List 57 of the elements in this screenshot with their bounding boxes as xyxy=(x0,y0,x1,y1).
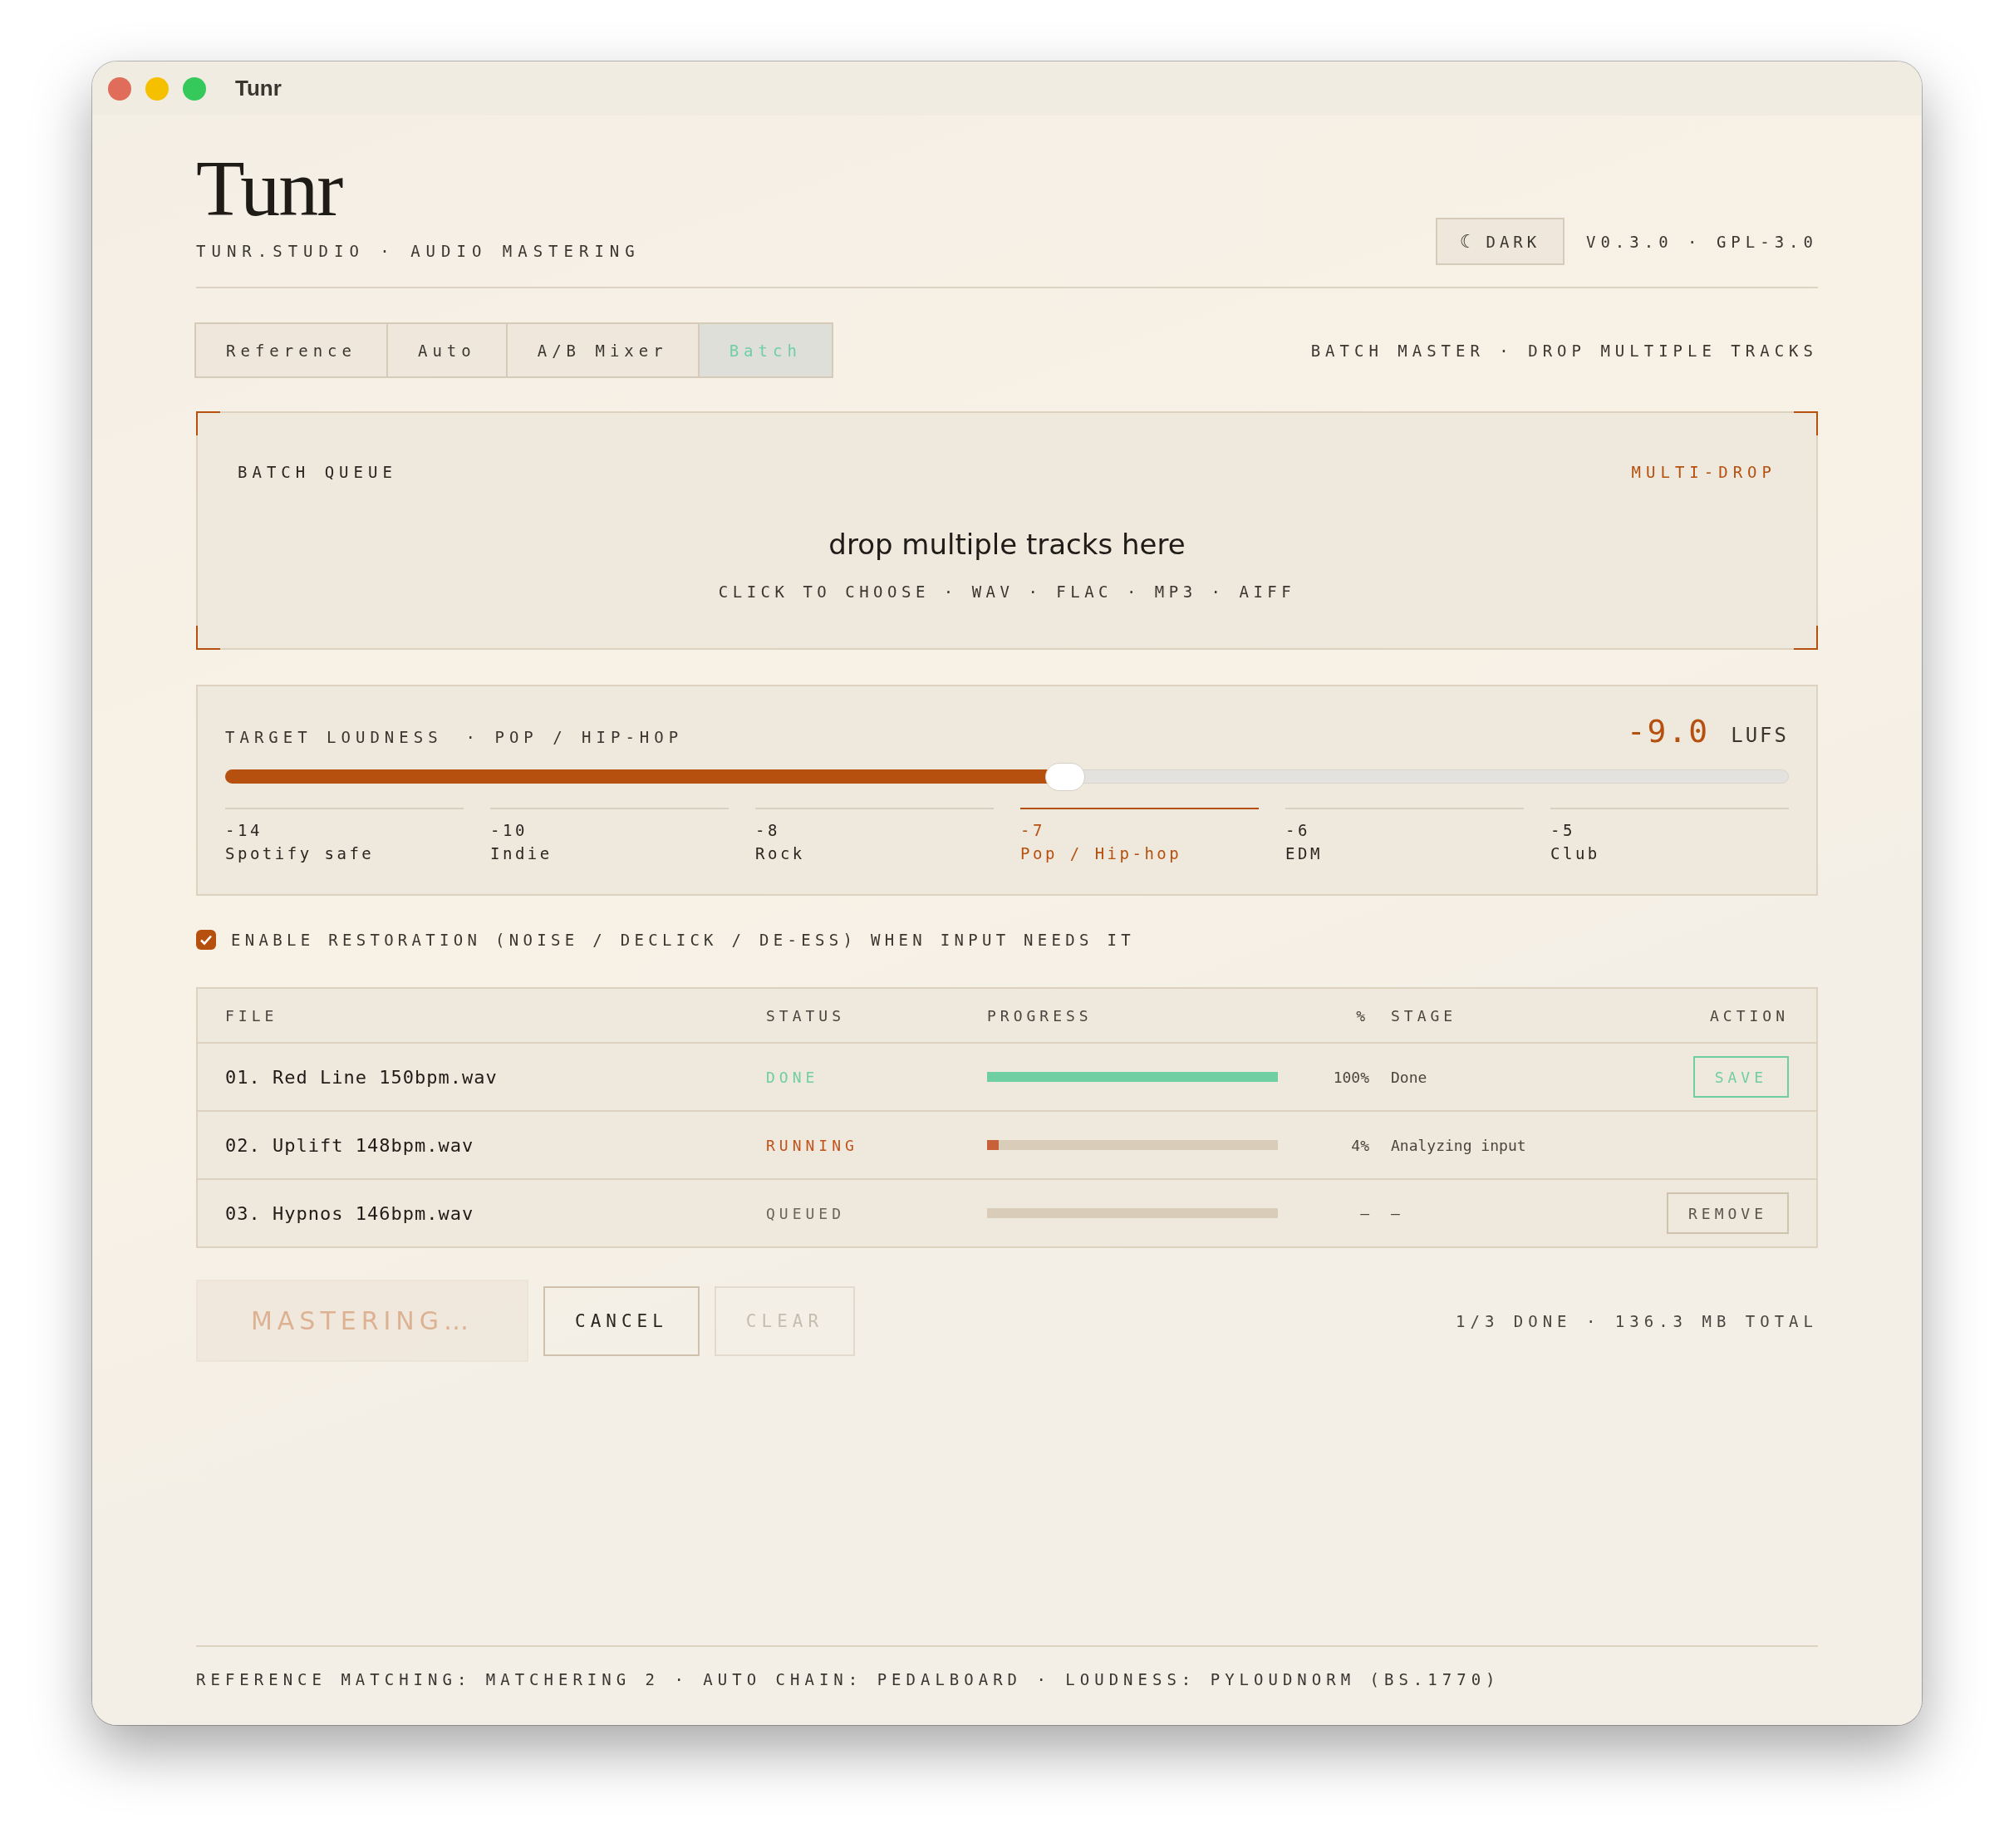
drop-prompt[interactable]: drop multiple tracks here xyxy=(828,528,1186,561)
status-label: RUNNING xyxy=(766,1136,859,1154)
status-label: DONE xyxy=(766,1068,820,1086)
drop-hint: CLICK TO CHOOSE · WAV · FLAC · MP3 · AIFF xyxy=(718,582,1296,601)
file-name: 02. Uplift 148bpm.wav xyxy=(225,1134,475,1156)
column-header: FILE xyxy=(225,1006,279,1025)
cancel-button[interactable]: CANCEL xyxy=(543,1285,700,1356)
loudness-value: -9.0 xyxy=(1626,713,1710,750)
close-button[interactable] xyxy=(108,76,131,101)
corner-bracket xyxy=(1794,626,1818,650)
stage-label: Analyzing input xyxy=(1390,1136,1527,1154)
mode-tab[interactable]: A/B Mixer xyxy=(505,322,700,378)
mode-tab[interactable]: Reference xyxy=(194,322,388,378)
status-label: QUEUED xyxy=(766,1204,847,1222)
section-title: BATCH QUEUE xyxy=(238,463,397,481)
slider-thumb[interactable] xyxy=(1044,763,1085,791)
remove-button[interactable]: REMOVE xyxy=(1666,1192,1789,1234)
preset-option[interactable]: -8 Rock xyxy=(755,808,994,863)
corner-bracket xyxy=(196,411,220,435)
preset-option[interactable]: -5 Club xyxy=(1550,808,1789,863)
restoration-checkbox[interactable] xyxy=(196,930,216,950)
window-title: Tunr xyxy=(235,76,282,101)
stage-label: Done xyxy=(1390,1068,1428,1086)
preset-option[interactable]: -6 EDM xyxy=(1285,808,1524,863)
file-name: 03. Hypnos 146bpm.wav xyxy=(225,1202,475,1224)
moon-icon: ☾ xyxy=(1459,231,1476,252)
restoration-label: ENABLE RESTORATION (NOISE / DECLICK / DE-ESS) WHEN INPUT NEEDS IT xyxy=(231,931,1136,949)
app-tagline: TUNR.STUDIO · AUDIO MASTERING xyxy=(196,242,641,260)
percent-value: 4% xyxy=(1350,1136,1369,1154)
preset-option[interactable]: -10 Indie xyxy=(490,808,729,863)
column-header: STAGE xyxy=(1390,1006,1458,1025)
maximize-button[interactable] xyxy=(183,76,206,101)
version-label: V0.3.0 · GPL-3.0 xyxy=(1585,232,1818,251)
stage-label: – xyxy=(1390,1204,1401,1222)
queue-summary: 1/3 DONE · 136.3 MB TOTAL xyxy=(1456,1311,1818,1330)
column-header: ACTION xyxy=(1709,1006,1789,1025)
slider-label: TARGET LOUDNESS xyxy=(225,728,443,746)
corner-bracket xyxy=(196,626,220,650)
theme-toggle-button[interactable]: ☾ DARK xyxy=(1435,218,1565,265)
multi-drop-label: MULTI-DROP xyxy=(1631,463,1776,481)
app-logo: Tunr xyxy=(196,149,343,229)
column-header: % xyxy=(1355,1006,1369,1025)
preset-label: · POP / HIP-HOP xyxy=(465,728,684,746)
preset-option[interactable]: -7 Pop / Hip-hop xyxy=(1020,808,1259,863)
corner-bracket xyxy=(1794,411,1818,435)
minimize-button[interactable] xyxy=(145,76,169,101)
preset-option[interactable]: -14 Spotify safe xyxy=(225,808,464,863)
unit-label: LUFS xyxy=(1731,724,1789,747)
percent-value: 100% xyxy=(1332,1068,1369,1086)
file-name: 01. Red Line 150bpm.wav xyxy=(225,1066,499,1088)
column-header: PROGRESS xyxy=(987,1006,1093,1025)
percent-value: – xyxy=(1359,1204,1369,1222)
footer-credits: REFERENCE MATCHING: MATCHERING 2 · AUTO CHAIN: PEDALBOARD · LOUDNESS: PYLOUDNORM (BS.1770) xyxy=(196,1670,1501,1688)
mode-caption: BATCH MASTER · DROP MULTIPLE TRACKS xyxy=(1310,341,1818,360)
loudness-slider[interactable] xyxy=(225,763,1789,791)
mode-tab[interactable]: Auto xyxy=(386,322,508,378)
column-header: STATUS xyxy=(766,1006,847,1025)
